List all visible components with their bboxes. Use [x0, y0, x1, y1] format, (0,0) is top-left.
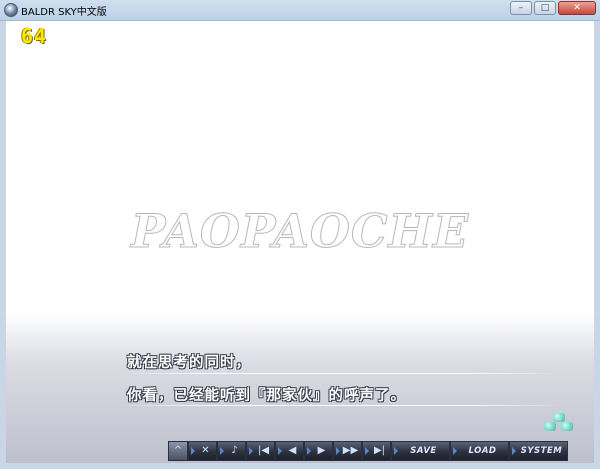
system-button[interactable]: SYSTEM: [509, 441, 568, 461]
save-button[interactable]: SAVE: [391, 441, 450, 461]
triangle-marker-icon: [278, 447, 282, 455]
save-label: SAVE: [410, 446, 437, 456]
fast-forward-icon: ▶▶: [342, 445, 359, 456]
music-note-icon: ♪: [231, 445, 238, 456]
minimize-button[interactable]: –: [510, 1, 532, 15]
watermark: PAOPAOCHE: [130, 204, 470, 259]
triangle-marker-icon: [191, 447, 195, 455]
app-icon: [4, 3, 18, 17]
triangle-marker-icon: [220, 447, 224, 455]
counter-display: 64: [21, 24, 48, 48]
load-button[interactable]: LOAD: [450, 441, 509, 461]
triangle-marker-icon: [394, 447, 398, 455]
voice-button[interactable]: ♪: [217, 441, 246, 461]
dialog-divider: [124, 373, 554, 374]
forward-button[interactable]: ▶: [304, 441, 333, 461]
skip-back-icon: |◀: [257, 445, 270, 456]
dialog-line-2: 你看，已经能听到『那家伙』的呼声了。: [127, 388, 406, 404]
title-bar: BALDR SKY中文版 – □ ✕: [0, 0, 600, 21]
control-bar: ^ ✕ ♪ |◀ ◀ ▶ ▶▶ ▶| SAVE LOAD SYSTEM: [168, 441, 568, 461]
fast-forward-button[interactable]: ▶▶: [333, 441, 362, 461]
triangle-marker-icon: [512, 447, 516, 455]
skip-forward-button[interactable]: ▶|: [362, 441, 391, 461]
triangle-marker-icon: [365, 447, 369, 455]
window-title: BALDR SKY中文版: [21, 7, 107, 18]
triangle-marker-icon: [453, 447, 457, 455]
back-button[interactable]: ◀: [275, 441, 304, 461]
close-icon: ✕: [201, 445, 210, 456]
window-controls: – □ ✕: [510, 1, 596, 15]
triangle-marker-icon: [307, 447, 311, 455]
load-label: LOAD: [468, 446, 497, 456]
dialog-divider: [124, 405, 554, 406]
triangle-marker-icon: [249, 447, 253, 455]
chevron-up-icon: ^: [173, 445, 183, 456]
maximize-button[interactable]: □: [534, 1, 556, 15]
dialog-line-1: 就在思考的同时，: [127, 355, 251, 371]
close-text-button[interactable]: ✕: [188, 441, 217, 461]
wait-indicator-icon: [544, 413, 574, 437]
triangle-marker-icon: [336, 447, 340, 455]
system-label: SYSTEM: [520, 446, 563, 456]
skip-forward-icon: ▶|: [373, 445, 386, 456]
hide-window-button[interactable]: ^: [168, 441, 188, 461]
back-icon: ◀: [288, 445, 297, 456]
forward-icon: ▶: [317, 445, 326, 456]
skip-back-button[interactable]: |◀: [246, 441, 275, 461]
close-button[interactable]: ✕: [558, 1, 596, 15]
game-screen[interactable]: 64 PAOPAOCHE 就在思考的同时， 你看，已经能听到『那家伙』的呼声了。…: [6, 21, 594, 463]
